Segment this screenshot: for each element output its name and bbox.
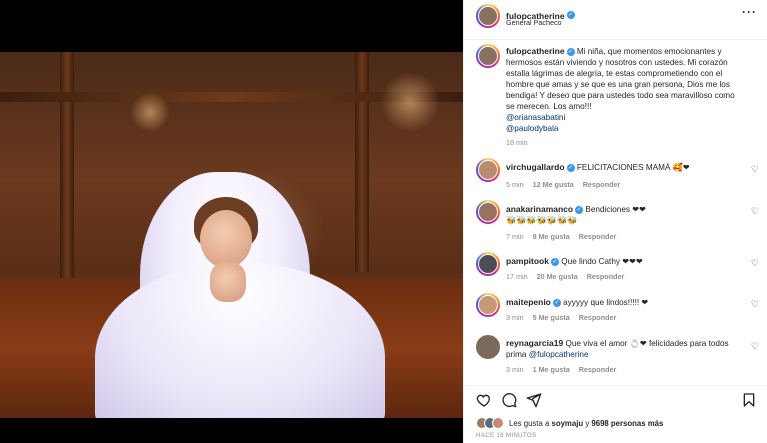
commenter-avatar[interactable]: [476, 200, 500, 224]
comment-text: ayyyyy que lindos!!!!! ❤: [563, 298, 649, 307]
mention-link[interactable]: @paulodybala: [506, 123, 745, 134]
commenter-avatar[interactable]: [476, 158, 500, 182]
reply-button[interactable]: Responder: [579, 232, 617, 241]
commenter-avatar[interactable]: [476, 335, 500, 359]
comment-text: FELICITACIONES MAMÁ 🥰❤: [576, 163, 690, 172]
commenter-avatar[interactable]: [476, 293, 500, 317]
comment-text: Bendiciones ❤❤: [585, 205, 646, 214]
caption-time: 18 min: [506, 138, 528, 147]
comments-list: fulopcatherine ✓ Mi niña, que momentos em…: [464, 40, 767, 385]
post-header: fulopcatherine ✓ General Pacheco ···: [464, 0, 767, 40]
comment-text-block: maitepenio ✓ ayyyyy que lindos!!!!! ❤: [506, 297, 745, 308]
comment-meta: 17 min 20 Me gusta Responder: [506, 272, 633, 281]
liked-by-user[interactable]: soymaju: [552, 419, 584, 428]
post-timestamp: HACE 18 MINUTOS: [476, 432, 537, 439]
verified-badge-icon: ✓: [552, 298, 561, 307]
commenter-name[interactable]: maitepenio: [506, 297, 551, 307]
commenter-name[interactable]: virchugallardo: [506, 162, 565, 172]
share-icon[interactable]: [526, 392, 542, 408]
post-side-panel: fulopcatherine ✓ General Pacheco ··· fulo…: [463, 0, 767, 443]
commenter-name[interactable]: pampitook: [506, 256, 549, 266]
caption-author[interactable]: fulopcatherine: [506, 46, 565, 56]
girl-face: [200, 210, 252, 268]
comment-text: Que lindo Cathy ❤❤❤: [561, 257, 643, 266]
verified-badge-icon: ✓: [575, 205, 584, 214]
comment-meta: 3 min 1 Me gusta Responder: [506, 365, 625, 374]
author-avatar[interactable]: [476, 4, 500, 28]
comment-likes[interactable]: 8 Me gusta: [533, 232, 570, 241]
comment-time: 3 min: [506, 313, 524, 322]
comment-time: 7 min: [506, 232, 524, 241]
heart-icon[interactable]: ♡: [751, 299, 759, 310]
post-photo[interactable]: [0, 52, 463, 418]
commenter-name[interactable]: reynagarcia19: [506, 338, 563, 348]
reply-button[interactable]: Responder: [587, 272, 625, 281]
post-location[interactable]: General Pacheco: [506, 18, 562, 27]
likes-joiner: y: [585, 419, 590, 428]
verified-badge-icon: ✓: [566, 163, 575, 172]
comment-likes[interactable]: 1 Me gusta: [533, 365, 570, 374]
hands: [210, 262, 246, 302]
comment-time: 5 min: [506, 180, 524, 189]
comment-text-block: pampitook ✓ Que lindo Cathy ❤❤❤: [506, 256, 745, 267]
verified-badge-icon: ✓: [566, 47, 575, 56]
reply-button[interactable]: Responder: [579, 313, 617, 322]
verified-badge-icon: ✓: [566, 10, 575, 19]
bookmark-icon[interactable]: [741, 392, 757, 408]
background-post: [355, 52, 369, 272]
comment-meta: 7 min 8 Me gusta Responder: [506, 232, 625, 241]
comment-icon[interactable]: [501, 392, 517, 408]
heart-icon[interactable]: ♡: [751, 341, 759, 352]
likes-count[interactable]: 9698 personas más: [591, 419, 663, 428]
comment-likes[interactable]: 20 Me gusta: [537, 272, 578, 281]
likes-summary: Les gusta a soymaju y 9698 personas más: [509, 418, 663, 429]
reply-button[interactable]: Responder: [579, 365, 617, 374]
comment-meta: 5 min 12 Me gusta Responder: [506, 180, 629, 189]
comment-text-block: anakarinamanco ✓ Bendiciones ❤❤ 🐝🐝🐝🐝🐝🐝🐝: [506, 204, 745, 226]
comment-text-block: reynagarcia19 Que viva el amor 💍❤ felici…: [506, 338, 745, 360]
caption-text-block: fulopcatherine ✓ Mi niña, que momentos em…: [506, 46, 745, 148]
comment-text-block: virchugallardo ✓ FELICITACIONES MAMÁ 🥰❤: [506, 162, 745, 173]
mention-link[interactable]: @orianasabatini: [506, 112, 745, 123]
heart-icon[interactable]: ♡: [751, 164, 759, 175]
post-actions: Les gusta a soymaju y 9698 personas más …: [464, 385, 767, 443]
mention-link[interactable]: @fulopcatherine: [529, 350, 589, 359]
comment-text-line-2: 🐝🐝🐝🐝🐝🐝🐝: [506, 216, 578, 225]
reply-button[interactable]: Responder: [583, 180, 621, 189]
caption-text: Mi niña, que momentos emocionantes y her…: [506, 47, 735, 111]
heart-icon[interactable]: ♡: [751, 206, 759, 217]
verified-badge-icon: ✓: [550, 257, 559, 266]
commenter-avatar[interactable]: [476, 252, 500, 276]
comment-likes[interactable]: 12 Me gusta: [533, 180, 574, 189]
likes-prefix: Les gusta a: [509, 419, 550, 428]
background-post: [60, 52, 74, 312]
commenter-name[interactable]: anakarinamanco: [506, 204, 573, 214]
background-light: [380, 72, 440, 132]
heart-icon[interactable]: ♡: [751, 258, 759, 269]
caption-avatar[interactable]: [476, 44, 500, 68]
more-horizontal-icon[interactable]: ···: [742, 5, 757, 19]
photo-pane: [0, 0, 463, 443]
comment-meta: 3 min 5 Me gusta Responder: [506, 313, 625, 322]
heart-icon[interactable]: [476, 392, 492, 408]
comment-likes[interactable]: 5 Me gusta: [533, 313, 570, 322]
background-light: [130, 92, 170, 132]
comment-time: 17 min: [506, 272, 528, 281]
comment-time: 3 min: [506, 365, 524, 374]
